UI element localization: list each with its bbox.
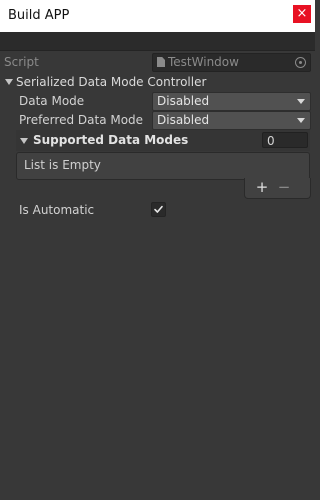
close-button[interactable]: × xyxy=(293,5,311,23)
script-field[interactable]: TestWindow xyxy=(152,53,311,72)
toolbar-strip xyxy=(0,32,315,51)
supported-data-modes-list: List is Empty xyxy=(16,152,310,180)
data-mode-label: Data Mode xyxy=(19,94,85,108)
data-mode-dropdown[interactable]: Disabled xyxy=(152,92,311,111)
script-value: TestWindow xyxy=(168,55,239,69)
script-row: Script TestWindow xyxy=(0,52,315,72)
preferred-data-mode-row: Preferred Data Mode Disabled xyxy=(0,110,315,130)
remove-element-button[interactable]: − xyxy=(274,178,294,196)
chevron-down-icon xyxy=(297,99,305,104)
chevron-down-icon xyxy=(297,118,305,123)
supported-data-modes-label: Supported Data Modes xyxy=(33,133,189,147)
list-empty-text: List is Empty xyxy=(24,158,101,172)
array-size-field[interactable]: 0 xyxy=(262,132,308,148)
preferred-data-mode-dropdown[interactable]: Disabled xyxy=(152,111,311,130)
check-icon xyxy=(154,205,163,213)
add-element-button[interactable]: + xyxy=(252,178,272,196)
foldout-arrow-icon[interactable] xyxy=(5,79,13,85)
supported-data-modes-header[interactable]: Supported Data Modes 0 xyxy=(16,130,310,151)
preferred-data-mode-value: Disabled xyxy=(157,113,210,127)
data-mode-row: Data Mode Disabled xyxy=(0,91,315,111)
window-title: Build APP xyxy=(8,8,70,23)
is-automatic-checkbox[interactable] xyxy=(151,202,166,217)
foldout-arrow-icon[interactable] xyxy=(20,138,28,144)
script-label: Script xyxy=(4,55,39,69)
data-mode-value: Disabled xyxy=(157,94,210,108)
preferred-data-mode-label: Preferred Data Mode xyxy=(19,113,144,127)
target-icon[interactable] xyxy=(295,57,306,68)
build-app-window: Build APP × Script TestWindow Serialized… xyxy=(0,0,315,500)
title-bar: Build APP × xyxy=(0,0,315,33)
section-foldout[interactable]: Serialized Data Mode Controller xyxy=(0,72,315,92)
is-automatic-label: Is Automatic xyxy=(19,203,95,217)
inspector-panel: Script TestWindow Serialized Data Mode C… xyxy=(0,51,315,500)
file-icon xyxy=(157,57,165,67)
list-footer: + − xyxy=(244,178,311,199)
section-title: Serialized Data Mode Controller xyxy=(16,75,207,89)
